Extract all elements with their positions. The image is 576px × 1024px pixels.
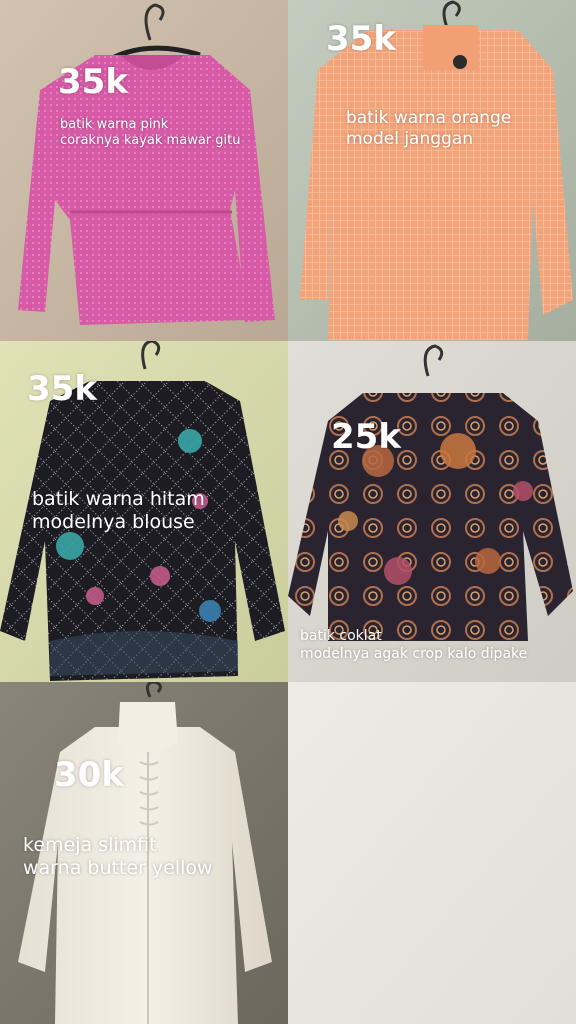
item-description: batik warna orange model janggan: [346, 108, 511, 149]
collage-grid: 35k batik warna pink coraknya kayak mawa…: [0, 0, 576, 1024]
description-line-1: kemeja slimfit: [23, 834, 157, 856]
pink-batik-photo: [0, 0, 288, 341]
price-label: 35k: [326, 19, 396, 59]
description-line-1: batik warna orange: [346, 108, 512, 128]
price-label: 25k: [331, 417, 401, 457]
item-description: batik warna pink coraknya kayak mawar gi…: [60, 117, 240, 149]
product-tile-brown-batik[interactable]: 25k batik coklat modelnya agak crop kalo…: [288, 341, 576, 682]
empty-tile-background: [288, 682, 576, 1024]
item-description: batik coklat modelnya agak crop kalo dip…: [300, 628, 527, 663]
description-line-2: modelnya agak crop kalo dipake: [300, 645, 528, 662]
product-tile-white-shirt[interactable]: 30k kemeja slimfit warna butter yellow: [0, 682, 288, 1024]
price-label: 35k: [27, 369, 97, 409]
product-tile-pink-batik[interactable]: 35k batik warna pink coraknya kayak mawa…: [0, 0, 288, 341]
product-tile-black-batik[interactable]: 35k batik warna hitam modelnya blouse: [0, 341, 288, 682]
price-label: 30k: [54, 755, 124, 795]
description-line-1: batik coklat: [300, 628, 382, 644]
description-line-1: batik warna hitam: [32, 488, 205, 510]
description-line-2: coraknya kayak mawar gitu: [60, 132, 241, 148]
empty-tile: [288, 682, 576, 1024]
description-line-2: modelnya blouse: [32, 511, 195, 534]
description-line-2: model janggan: [346, 128, 474, 149]
button-icon: [453, 55, 467, 69]
product-tile-orange-batik[interactable]: 35k batik warna orange model janggan: [288, 0, 576, 341]
item-description: batik warna hitam modelnya blouse: [32, 488, 205, 534]
description-line-1: batik warna pink: [60, 117, 169, 132]
price-label: 35k: [58, 62, 128, 102]
description-line-2: warna butter yellow: [23, 857, 213, 880]
item-description: kemeja slimfit warna butter yellow: [23, 834, 213, 880]
